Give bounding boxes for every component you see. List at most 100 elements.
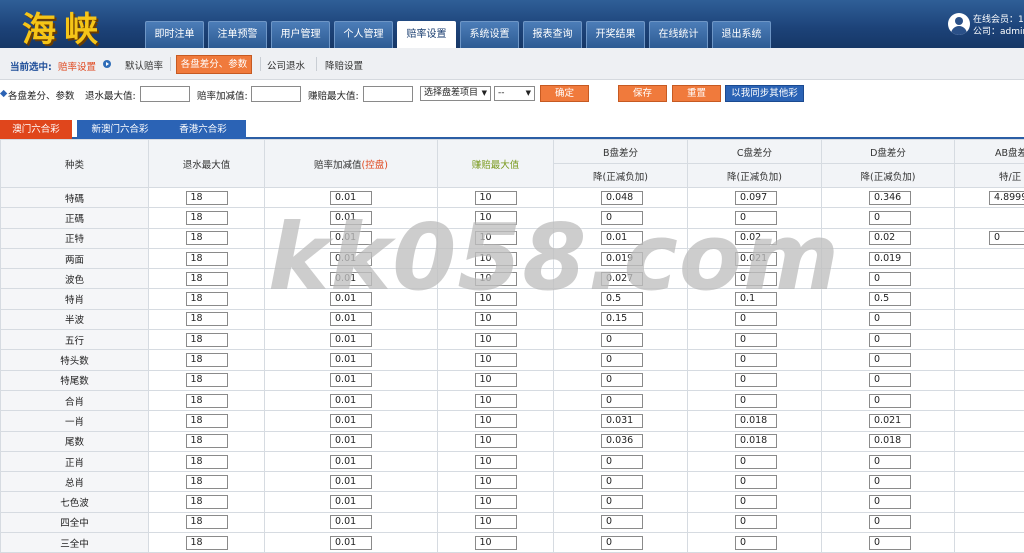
c-diff-input[interactable]: 0 — [735, 312, 777, 326]
retreat-max-input[interactable]: 18 — [186, 211, 228, 225]
win-max-input[interactable]: 10 — [475, 211, 517, 225]
odds-step-input[interactable]: 0.01 — [330, 353, 372, 367]
retreat-max-input[interactable] — [140, 86, 190, 102]
retreat-max-input[interactable]: 18 — [186, 252, 228, 266]
d-diff-input[interactable]: 0 — [869, 211, 911, 225]
c-diff-input[interactable]: 0.018 — [735, 414, 777, 428]
c-diff-input[interactable]: 0 — [735, 536, 777, 550]
subnav-default-odds[interactable]: 默认赔率 — [125, 58, 163, 72]
sync-button[interactable]: 以我同步其他彩 — [725, 85, 804, 102]
win-max-input[interactable]: 10 — [475, 333, 517, 347]
win-max-input[interactable]: 10 — [475, 312, 517, 326]
d-diff-input[interactable]: 0 — [869, 515, 911, 529]
win-max-input[interactable]: 10 — [475, 191, 517, 205]
win-max-input[interactable]: 10 — [475, 272, 517, 286]
b-diff-input[interactable]: 0 — [601, 475, 643, 489]
win-max-input[interactable]: 10 — [475, 475, 517, 489]
retreat-max-input[interactable]: 18 — [186, 373, 228, 387]
c-diff-input[interactable]: 0 — [735, 475, 777, 489]
b-diff-input[interactable]: 0 — [601, 333, 643, 347]
odds-step-input[interactable]: 0.01 — [330, 536, 372, 550]
b-diff-input[interactable]: 0 — [601, 515, 643, 529]
retreat-max-input[interactable]: 18 — [186, 272, 228, 286]
odds-step-input[interactable]: 0.01 — [330, 495, 372, 509]
retreat-max-input[interactable]: 18 — [186, 333, 228, 347]
d-diff-input[interactable]: 0 — [869, 475, 911, 489]
odds-step-input[interactable]: 0.01 — [330, 455, 372, 469]
nav-tab-4[interactable]: 赔率设置 — [397, 21, 456, 48]
odds-step-input[interactable]: 0.01 — [330, 333, 372, 347]
save-button[interactable]: 保存 — [618, 85, 667, 102]
b-diff-input[interactable]: 0.031 — [601, 414, 643, 428]
odds-step-input[interactable]: 0.01 — [330, 312, 372, 326]
b-diff-input[interactable]: 0.019 — [601, 252, 643, 266]
win-max-input[interactable]: 10 — [475, 495, 517, 509]
d-diff-input[interactable]: 0 — [869, 495, 911, 509]
nav-tab-1[interactable]: 注单预警 — [208, 21, 267, 48]
d-diff-input[interactable]: 0 — [869, 455, 911, 469]
c-diff-input[interactable]: 0 — [735, 495, 777, 509]
retreat-max-input[interactable]: 18 — [186, 292, 228, 306]
nav-tab-7[interactable]: 开奖结果 — [586, 21, 645, 48]
retreat-max-input[interactable]: 18 — [186, 191, 228, 205]
win-max-input[interactable]: 10 — [475, 434, 517, 448]
d-diff-input[interactable]: 0 — [869, 333, 911, 347]
win-max-input[interactable]: 10 — [475, 394, 517, 408]
retreat-max-input[interactable]: 18 — [186, 434, 228, 448]
nav-tab-3[interactable]: 个人管理 — [334, 21, 393, 48]
odds-step-input[interactable]: 0.01 — [330, 252, 372, 266]
d-diff-input[interactable]: 0 — [869, 353, 911, 367]
c-diff-input[interactable]: 0.021 — [735, 252, 777, 266]
d-diff-input[interactable]: 0.346 — [869, 191, 911, 205]
subnav-diff-params[interactable]: 各盘差分、参数 — [176, 55, 252, 74]
confirm-button[interactable]: 确定 — [540, 85, 589, 102]
odds-step-input[interactable]: 0.01 — [330, 191, 372, 205]
retreat-max-input[interactable]: 18 — [186, 414, 228, 428]
diff-sub-select[interactable]: --▼ — [494, 86, 535, 101]
odds-step-input[interactable]: 0.01 — [330, 515, 372, 529]
b-diff-input[interactable]: 0 — [601, 495, 643, 509]
diff-item-select[interactable]: 选择盘差项目▼ — [420, 86, 491, 101]
retreat-max-input[interactable]: 18 — [186, 394, 228, 408]
retreat-max-input[interactable]: 18 — [186, 353, 228, 367]
c-diff-input[interactable]: 0 — [735, 272, 777, 286]
nav-tab-8[interactable]: 在线统计 — [649, 21, 708, 48]
b-diff-input[interactable]: 0.5 — [601, 292, 643, 306]
odds-step-input[interactable]: 0.01 — [330, 414, 372, 428]
c-diff-input[interactable]: 0.018 — [735, 434, 777, 448]
d-diff-input[interactable]: 0 — [869, 373, 911, 387]
nav-tab-9[interactable]: 退出系统 — [712, 21, 771, 48]
lottery-tab-1[interactable]: 新澳门六合彩 — [77, 120, 163, 139]
c-diff-input[interactable]: 0 — [735, 394, 777, 408]
retreat-max-input[interactable]: 18 — [186, 495, 228, 509]
nav-tab-0[interactable]: 即时注单 — [145, 21, 204, 48]
c-diff-input[interactable]: 0.02 — [735, 231, 777, 245]
odds-step-input[interactable]: 0.01 — [330, 272, 372, 286]
c-diff-input[interactable]: 0 — [735, 515, 777, 529]
odds-step-input[interactable]: 0.01 — [330, 231, 372, 245]
win-max-input[interactable]: 10 — [475, 292, 517, 306]
odds-step-input[interactable]: 0.01 — [330, 394, 372, 408]
win-max-input[interactable]: 10 — [475, 515, 517, 529]
odds-step-input[interactable]: 0.01 — [330, 373, 372, 387]
lottery-tab-2[interactable]: 香港六合彩 — [160, 120, 246, 139]
win-max-input[interactable]: 10 — [475, 536, 517, 550]
b-diff-input[interactable]: 0.15 — [601, 312, 643, 326]
d-diff-input[interactable]: 0.02 — [869, 231, 911, 245]
b-diff-input[interactable]: 0 — [601, 536, 643, 550]
c-diff-input[interactable]: 0 — [735, 353, 777, 367]
win-max-input[interactable]: 10 — [475, 353, 517, 367]
d-diff-input[interactable]: 0.5 — [869, 292, 911, 306]
b-diff-input[interactable]: 0 — [601, 455, 643, 469]
d-diff-input[interactable]: 0 — [869, 272, 911, 286]
win-max-input[interactable]: 10 — [475, 373, 517, 387]
subnav-reduce-odds[interactable]: 降赔设置 — [325, 58, 363, 72]
retreat-max-input[interactable]: 18 — [186, 536, 228, 550]
b-diff-input[interactable]: 0.036 — [601, 434, 643, 448]
odds-step-input[interactable]: 0.01 — [330, 475, 372, 489]
d-diff-input[interactable]: 0.018 — [869, 434, 911, 448]
lottery-tab-0[interactable]: 澳门六合彩 — [0, 120, 72, 139]
b-diff-input[interactable]: 0.027 — [601, 272, 643, 286]
b-diff-input[interactable]: 0 — [601, 394, 643, 408]
retreat-max-input[interactable]: 18 — [186, 312, 228, 326]
